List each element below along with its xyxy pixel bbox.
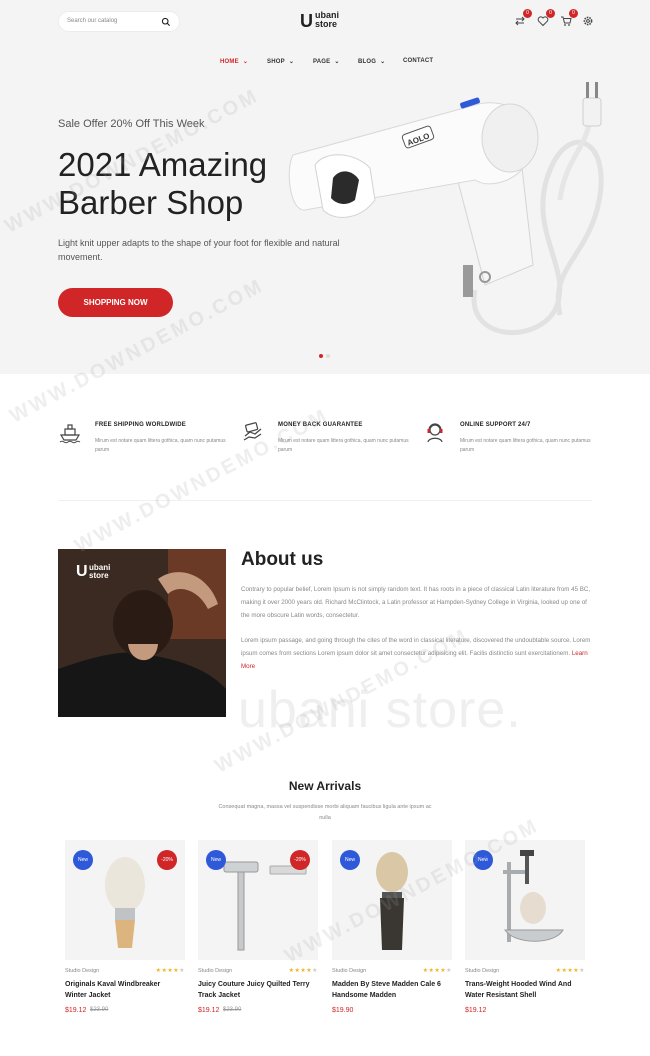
slider-dot-active[interactable] [319, 354, 323, 358]
about-paragraph-1: Contrary to popular belief, Lorem Ipsum … [241, 586, 591, 619]
chevron-down-icon: ⌄ [242, 59, 249, 65]
product-brand[interactable]: Studio Design [332, 968, 366, 974]
money-back-icon [243, 422, 262, 441]
feature-money-back: MONEY BACK GUARANTEE Mirum est notare qu… [241, 420, 411, 460]
product-name[interactable]: Madden By Steve Madden Cale 6 Handsome M… [332, 979, 450, 1001]
new-badge: New [473, 850, 493, 870]
feature-title: ONLINE SUPPORT 24/7 [460, 422, 531, 428]
rating-stars: ★★★★★ [288, 968, 318, 974]
nav-blog[interactable]: BLOG ⌄ [358, 58, 385, 65]
new-arrivals-title: New Arrivals [288, 779, 362, 793]
product-card[interactable]: New Studio Design ★★★★★ Trans-Weight Hoo… [465, 840, 585, 1020]
settings-button[interactable] [582, 14, 594, 26]
nav-page[interactable]: PAGE ⌄ [313, 58, 340, 65]
rating-stars: ★★★★★ [555, 968, 585, 974]
hair-dryer-image: AOLO [288, 82, 604, 335]
product-image[interactable]: New -20% [65, 840, 185, 960]
logo-line-2: store [315, 19, 338, 29]
logo-text: ubani store [315, 11, 339, 29]
product-card[interactable]: New -20% Studio Design ★★★★★ Originals K… [65, 840, 185, 1020]
product-price: $19.12 [198, 1007, 220, 1014]
support-icon [427, 423, 443, 443]
nav-shop[interactable]: SHOP ⌄ [267, 58, 294, 65]
product-price: $19.12 [465, 1007, 487, 1014]
chevron-down-icon: ⌄ [334, 59, 340, 65]
new-badge: New [340, 850, 360, 870]
new-badge: New [73, 850, 93, 870]
product-name[interactable]: Trans-Weight Hooded Wind And Water Resis… [465, 979, 583, 1001]
product-name[interactable]: Originals Kaval Windbreaker Winter Jacke… [65, 979, 183, 1001]
nav-blog-label: BLOG [358, 59, 377, 65]
product-image[interactable]: New -20% [198, 840, 318, 960]
section-divider [58, 500, 592, 501]
rating-stars: ★★★★★ [155, 968, 185, 974]
feature-shipping: FREE SHIPPING WORLDWIDE Mirum est notare… [58, 420, 228, 460]
search-icon[interactable] [161, 17, 171, 27]
chevron-down-icon: ⌄ [380, 59, 386, 65]
logo-text: ubani store [89, 564, 110, 580]
product-old-price: $23.90 [223, 1007, 242, 1013]
product-image[interactable]: New [465, 840, 585, 960]
product-old-price: $23.90 [90, 1007, 109, 1013]
product-card[interactable]: New Studio Design ★★★★★ Madden By Steve … [332, 840, 452, 1020]
about-title: About us [241, 549, 324, 570]
feature-desc: Mirum est notare quam littera gothica, q… [460, 438, 591, 453]
site-logo[interactable]: U ubani store [300, 10, 360, 32]
search-box[interactable]: Search our catalog [58, 11, 180, 32]
hero-title: 2021 Amazing Barber Shop [58, 146, 318, 222]
nav-home[interactable]: HOME ⌄ [220, 58, 248, 65]
hero-slider: Sale Offer 20% Off This Week 2021 Amazin… [0, 76, 650, 374]
feature-desc: Mirum est notare quam littera gothica, q… [95, 438, 226, 453]
about-logo-line-2: store [89, 571, 109, 580]
wishlist-button[interactable]: 0 [537, 9, 555, 27]
cart-button[interactable]: 0 [560, 9, 578, 26]
slider-dot[interactable] [326, 354, 330, 358]
hero-subtitle: Sale Offer 20% Off This Week [58, 118, 205, 130]
about-barber-image: U ubani store [58, 549, 226, 717]
compare-count-badge: 0 [523, 9, 532, 18]
feature-desc: Mirum est notare quam littera gothica, q… [278, 438, 409, 453]
logo-mark: U [300, 11, 313, 31]
nav-shop-label: SHOP [267, 59, 285, 65]
nav-contact-label: CONTACT [403, 58, 434, 64]
product-image[interactable]: New [332, 840, 452, 960]
feature-support: ONLINE SUPPORT 24/7 Mirum est notare qua… [423, 420, 593, 460]
top-header: Search our catalog U ubani store 0 0 0 [0, 0, 650, 46]
chevron-down-icon: ⌄ [288, 59, 295, 65]
nav-home-label: HOME [220, 59, 239, 65]
about-paragraph-2-text: Lorem ipsum passage, and going through t… [241, 637, 591, 657]
discount-badge: -20% [290, 850, 310, 870]
feature-title: MONEY BACK GUARANTEE [278, 422, 363, 428]
product-card[interactable]: New -20% Studio Design ★★★★★ Juicy Coutu… [198, 840, 318, 1020]
product-brand[interactable]: Studio Design [198, 968, 232, 974]
discount-badge: -20% [157, 850, 177, 870]
product-price: $19.90 [332, 1007, 354, 1014]
cart-count-badge: 0 [569, 9, 578, 18]
wishlist-count-badge: 0 [546, 9, 555, 18]
slider-dots[interactable] [319, 354, 331, 358]
hero-title-line-1: 2021 Amazing [58, 146, 268, 183]
ship-icon [59, 424, 81, 444]
nav-page-label: PAGE [313, 59, 331, 65]
product-brand[interactable]: Studio Design [65, 968, 99, 974]
logo-mark: U [76, 563, 88, 580]
main-nav: HOME ⌄ SHOP ⌄ PAGE ⌄ BLOG ⌄ CONTACT [0, 46, 650, 76]
rating-stars: ★★★★★ [422, 968, 452, 974]
about-watermark-text: ubani store. [238, 681, 522, 739]
nav-contact[interactable]: CONTACT [403, 58, 433, 64]
product-name[interactable]: Juicy Couture Juicy Quilted Terry Track … [198, 979, 316, 1001]
search-input[interactable]: Search our catalog [67, 18, 117, 24]
feature-title: FREE SHIPPING WORLDWIDE [95, 422, 186, 428]
compare-button[interactable]: 0 [514, 9, 532, 26]
hero-title-line-2: Barber Shop [58, 184, 244, 221]
gear-icon [583, 16, 593, 26]
shopping-now-button[interactable]: SHOPPING NOW [58, 288, 173, 317]
new-badge: New [206, 850, 226, 870]
about-paragraph-2: Lorem ipsum passage, and going through t… [241, 634, 593, 673]
new-arrivals-desc: Consequat magna, massa vel suspendisse m… [218, 804, 432, 821]
product-price: $19.12 [65, 1007, 87, 1014]
product-brand[interactable]: Studio Design [465, 968, 499, 974]
